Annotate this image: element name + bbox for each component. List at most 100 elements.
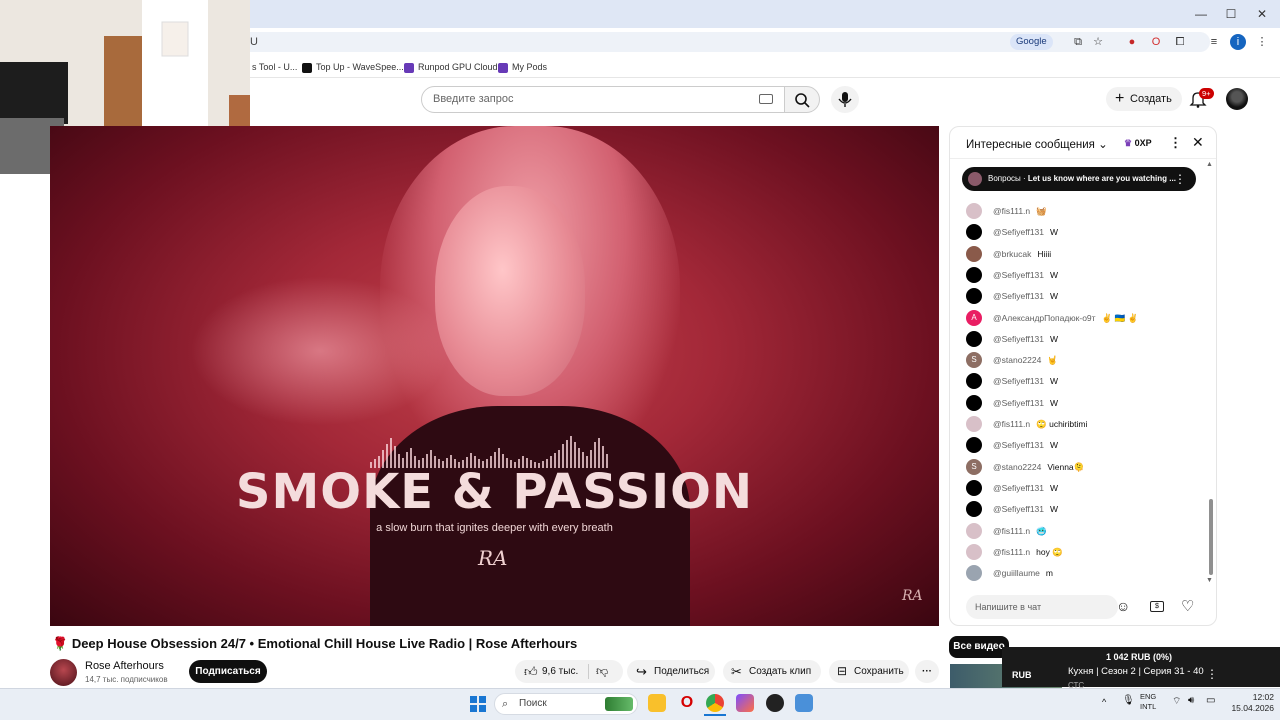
media-app-taskbar-icon[interactable] bbox=[766, 694, 784, 712]
mic-tray-icon[interactable]: 🎙︎ bbox=[1122, 695, 1135, 706]
pinned-message[interactable]: Вопросы · Let us know where are you watc… bbox=[962, 167, 1196, 191]
chrome-taskbar-icon[interactable] bbox=[706, 694, 724, 712]
minimize-icon[interactable]: — bbox=[1186, 4, 1216, 24]
subscribe-button[interactable]: Подписаться bbox=[189, 660, 267, 683]
chat-author-avatar[interactable] bbox=[966, 543, 982, 560]
super-chat-icon[interactable]: $ bbox=[1150, 601, 1164, 612]
chat-author-name[interactable]: @brkucak Hiiii bbox=[993, 246, 1051, 262]
chat-author-name[interactable]: @fis111.n 🙄 uchiribtimi bbox=[993, 416, 1087, 432]
app-taskbar-icon[interactable] bbox=[736, 694, 754, 712]
chat-author-name[interactable]: @Sefiyeff131 W bbox=[993, 288, 1058, 304]
pinned-menu-icon[interactable]: ⋮ bbox=[1174, 167, 1186, 191]
chat-message[interactable]: @Sefiyeff131 W bbox=[966, 479, 1202, 500]
emoji-icon[interactable]: ☺ bbox=[1116, 598, 1130, 614]
search-button[interactable] bbox=[784, 86, 820, 113]
close-chat-icon[interactable]: ✕ bbox=[1192, 134, 1204, 151]
chat-author-avatar[interactable] bbox=[966, 373, 982, 390]
chat-author-avatar[interactable] bbox=[966, 330, 982, 347]
chat-author-avatar[interactable]: S bbox=[966, 458, 982, 475]
bookmark-item[interactable]: s Tool - U... bbox=[252, 60, 297, 74]
channel-name[interactable]: Rose Afterhours bbox=[85, 660, 164, 672]
battery-icon[interactable]: ▭ bbox=[1206, 695, 1215, 706]
chat-author-avatar[interactable] bbox=[966, 565, 982, 582]
chat-message[interactable]: @Sefiyeff131 W bbox=[966, 501, 1202, 521]
chat-author-name[interactable]: @Sefiyeff131 W bbox=[993, 267, 1058, 283]
chat-author-name[interactable]: @fis111.n hoy 🙄 bbox=[993, 544, 1063, 560]
create-button[interactable]: + Создать bbox=[1106, 87, 1182, 111]
chat-message[interactable]: @fis111.n 🥶 bbox=[966, 522, 1202, 543]
chat-message[interactable]: @Sefiyeff131 W bbox=[966, 288, 1202, 308]
address-bar[interactable]: U bbox=[170, 32, 1210, 52]
chat-message[interactable]: S @stano2224 🤘 bbox=[966, 352, 1202, 372]
taskbar-search[interactable]: ⌕ Поиск bbox=[494, 693, 638, 715]
chat-author-name[interactable]: @Sefiyeff131 W bbox=[993, 395, 1058, 411]
profile-icon[interactable]: i bbox=[1230, 34, 1246, 50]
chat-input[interactable]: Напишите в чат bbox=[966, 595, 1118, 619]
dislike-button[interactable]: 👎︎ bbox=[596, 660, 618, 683]
chat-author-name[interactable]: @fis111.n 🧺 bbox=[993, 203, 1047, 219]
file-explorer-icon[interactable] bbox=[648, 694, 666, 712]
channel-avatar[interactable] bbox=[50, 659, 77, 686]
chat-author-name[interactable]: @АлександрПопадюк-о9т ✌️ 🇺🇦 ✌️ bbox=[993, 310, 1138, 326]
chat-message[interactable]: @Sefiyeff131 W bbox=[966, 224, 1202, 244]
windows-start-icon[interactable] bbox=[470, 696, 486, 712]
media-controls-icon[interactable]: ≡ bbox=[1206, 34, 1222, 50]
more-actions-icon[interactable]: ··· bbox=[915, 660, 939, 683]
chat-message[interactable]: @Sefiyeff131 W bbox=[966, 266, 1202, 287]
keyboard-icon[interactable] bbox=[759, 94, 773, 104]
chat-message[interactable]: @Sefiyeff131 W bbox=[966, 394, 1202, 415]
chat-author-name[interactable]: @Sefiyeff131 W bbox=[993, 437, 1058, 453]
chat-author-avatar[interactable] bbox=[966, 522, 982, 539]
chat-message[interactable]: @fis111.n 🙄 uchiribtimi bbox=[966, 416, 1202, 436]
voice-search-button[interactable] bbox=[831, 86, 859, 113]
maximize-icon[interactable]: ☐ bbox=[1216, 4, 1246, 24]
chat-message[interactable]: @Sefiyeff131 W bbox=[966, 330, 1202, 351]
chat-author-avatar[interactable]: A bbox=[966, 309, 982, 326]
search-engine-chip[interactable]: Google bbox=[1010, 34, 1053, 50]
chat-menu-icon[interactable]: ⋮ bbox=[1169, 135, 1182, 151]
chat-author-name[interactable]: @Sefiyeff131 W bbox=[993, 480, 1058, 496]
chat-author-name[interactable]: @fis111.n 🥶 bbox=[993, 523, 1047, 539]
chat-message[interactable]: A @АлександрПопадюк-о9т ✌️ 🇺🇦 ✌️ bbox=[966, 309, 1202, 330]
bookmark-item[interactable]: Runpod GPU Cloud bbox=[404, 60, 498, 74]
chat-message[interactable]: @Sefiyeff131 W bbox=[966, 373, 1202, 393]
chat-author-avatar[interactable] bbox=[966, 203, 982, 219]
chat-message[interactable]: @fis111.n 🧺 bbox=[966, 203, 1202, 223]
scroll-up-icon[interactable]: ▲ bbox=[1206, 161, 1213, 168]
clock[interactable]: 12:02 15.04.2026 bbox=[1228, 692, 1274, 714]
extensions-puzzle-icon[interactable]: ⧠ bbox=[1172, 34, 1188, 50]
wifi-icon[interactable]: ⌔ bbox=[1172, 695, 1181, 708]
chat-author-name[interactable]: @Sefiyeff131 W bbox=[993, 224, 1058, 240]
clip-button[interactable]: ✂ Создать клип bbox=[723, 660, 821, 683]
chat-author-avatar[interactable] bbox=[966, 416, 982, 432]
close-window-icon[interactable]: ✕ bbox=[1247, 4, 1277, 24]
xp-badge[interactable]: ♛ 0XP bbox=[1124, 138, 1152, 149]
chip-all-videos[interactable]: Все видео bbox=[949, 636, 1009, 658]
chat-author-avatar[interactable] bbox=[966, 501, 982, 518]
language-indicator[interactable]: ENG INTL bbox=[1140, 692, 1156, 712]
browser-menu-icon[interactable]: ⋮ bbox=[1254, 34, 1270, 50]
chat-scrollbar[interactable] bbox=[1209, 499, 1213, 575]
bookmark-item[interactable]: Top Up - WaveSpee... bbox=[302, 60, 404, 74]
chat-author-avatar[interactable] bbox=[966, 288, 982, 305]
recommended-menu-icon[interactable]: ⋮ bbox=[1206, 667, 1218, 681]
chat-author-avatar[interactable] bbox=[966, 437, 982, 454]
chat-author-avatar[interactable] bbox=[966, 266, 982, 283]
opera-icon[interactable]: O bbox=[1148, 34, 1164, 50]
chat-author-avatar[interactable] bbox=[966, 224, 982, 241]
chat-author-name[interactable]: @stano2224 🤘 bbox=[993, 352, 1058, 368]
chat-author-avatar[interactable]: S bbox=[966, 352, 982, 369]
bookmark-star-icon[interactable]: ☆ bbox=[1090, 34, 1106, 50]
tray-chevron-icon[interactable]: ^ bbox=[1102, 697, 1106, 707]
chat-author-name[interactable]: @Sefiyeff131 W bbox=[993, 501, 1058, 517]
extension-icon[interactable]: ● bbox=[1124, 34, 1140, 50]
chat-message[interactable]: @Sefiyeff131 W bbox=[966, 437, 1202, 457]
search-input[interactable]: Введите запрос bbox=[421, 86, 785, 113]
like-button[interactable]: 👍︎ 9,6 тыс. bbox=[515, 660, 587, 683]
chat-message[interactable]: @brkucak Hiiii bbox=[966, 245, 1202, 266]
bookmark-item[interactable]: My Pods bbox=[498, 60, 547, 74]
chat-author-name[interactable]: @Sefiyeff131 W bbox=[993, 373, 1058, 389]
chat-author-name[interactable]: @stano2224 Vienna🫠 bbox=[993, 459, 1084, 475]
share-button[interactable]: ↪ Поделиться bbox=[627, 660, 715, 683]
chat-message[interactable]: S @stano2224 Vienna🫠 bbox=[966, 458, 1202, 479]
